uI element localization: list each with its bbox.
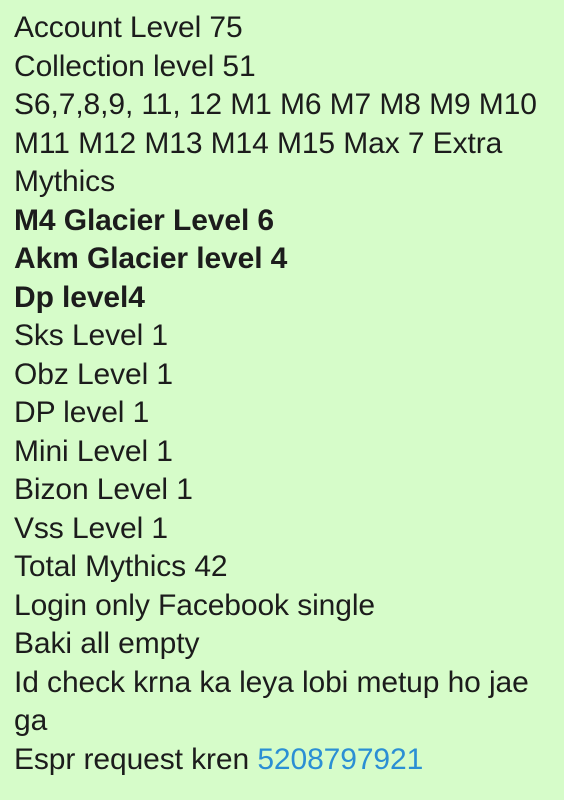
- note-line-bizon-level: Bizon Level 1: [14, 473, 193, 506]
- phone-number-link[interactable]: 5208797921: [257, 743, 423, 776]
- note-line-obz-level: Obz Level 1: [14, 357, 173, 391]
- note-line-contact: Espr request kren 5208797921: [14, 741, 556, 780]
- note-line-baki-all-empty: Baki all empty: [14, 627, 200, 660]
- note-line-dp-level: Dp level4: [14, 280, 145, 314]
- note-line-dp-level-1: DP level 1: [14, 396, 150, 429]
- note-line-skin-mythic-list: S6,7,8,9, 11, 12 M1 M6 M7 M8 M9 M10 M11 …: [14, 88, 546, 198]
- contact-prefix-text: Espr request kren: [14, 742, 258, 776]
- note-line-vss-level: Vss Level 1: [14, 511, 168, 545]
- note-line-sks-level: Sks Level 1: [14, 319, 168, 352]
- note-line-m4-glacier: M4 Glacier Level 6: [14, 203, 275, 237]
- note-line-id-check-instruction: Id check krna ka leya lobi metup ho jae …: [14, 665, 537, 738]
- account-listing-note: Account Level 75 Collection level 51 S6,…: [0, 0, 564, 800]
- note-line-total-mythics: Total Mythics 42: [14, 550, 228, 583]
- note-line-mini-level: Mini Level 1: [14, 434, 173, 468]
- note-line-login-method: Login only Facebook single: [14, 588, 375, 622]
- note-line-akm-glacier: Akm Glacier level 4: [14, 242, 288, 275]
- note-line-account-level: Account Level 75: [14, 11, 243, 44]
- note-line-collection-level: Collection level 51: [14, 49, 256, 83]
